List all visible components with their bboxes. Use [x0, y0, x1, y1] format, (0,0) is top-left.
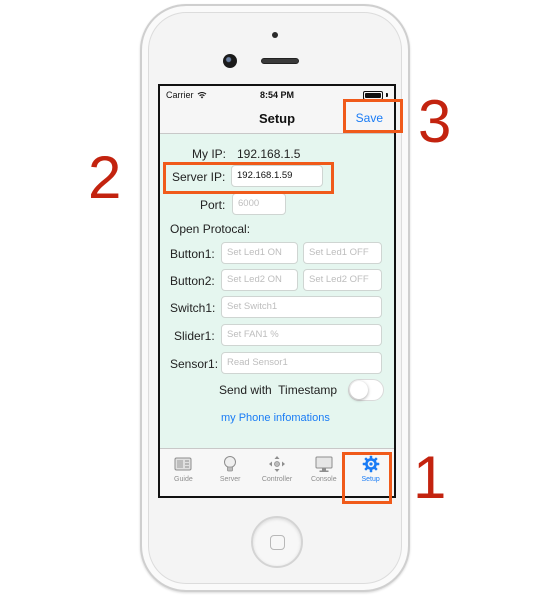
button2-on-field[interactable]: Set Led2 ON — [221, 269, 298, 291]
button2-off-field[interactable]: Set Led2 OFF — [303, 269, 382, 291]
port-field[interactable]: 6000 — [232, 193, 286, 215]
server-ip-label: Server IP: — [172, 170, 226, 184]
guide-icon — [174, 457, 192, 471]
annotation-number-3: 3 — [418, 88, 452, 155]
proximity-sensor — [272, 32, 278, 38]
annotation-number-2: 2 — [88, 144, 122, 211]
navigation-bar: Setup Save — [160, 104, 394, 134]
switch1-field[interactable]: Set Switch1 — [221, 296, 382, 318]
timestamp-toggle[interactable] — [348, 379, 384, 401]
tab-server-label: Server — [219, 476, 241, 483]
tab-guide-label: Guide — [174, 476, 193, 483]
setup-form: My IP: 192.168.1.5 Server IP: 192.168.1.… — [160, 134, 394, 450]
tab-controller[interactable]: Controller — [254, 449, 301, 496]
home-button[interactable] — [251, 516, 303, 568]
status-bar: Carrier 8:54 PM — [160, 86, 394, 104]
dpad-icon — [268, 456, 285, 472]
tab-console[interactable]: Console — [300, 449, 347, 496]
button1-off-field[interactable]: Set Led1 OFF — [303, 242, 382, 264]
gear-icon — [362, 455, 379, 473]
slider1-label: Slider1: — [174, 329, 215, 343]
slider1-field[interactable]: Set FAN1 % — [221, 324, 382, 346]
status-time: 8:54 PM — [259, 90, 294, 100]
tab-console-label: Console — [310, 476, 337, 483]
home-square-icon — [270, 535, 285, 550]
open-protocol-label: Open Protocal: — [170, 222, 251, 236]
tab-setup[interactable]: Setup — [347, 449, 394, 496]
phone-screen: Carrier 8:54 PM Setup Save My IP: 192.16… — [158, 84, 396, 498]
server-ip-field[interactable]: 192.168.1.59 — [231, 165, 323, 187]
monitor-icon — [315, 456, 333, 472]
front-camera-icon — [223, 54, 237, 68]
button1-on-field[interactable]: Set Led1 ON — [221, 242, 298, 264]
timestamp-label: Send with Timestamp — [219, 383, 338, 397]
tab-bar: Guide Server Controller Console Setup — [160, 448, 394, 496]
annotation-number-1: 1 — [413, 444, 447, 511]
earpiece-speaker — [261, 58, 299, 64]
tab-server[interactable]: Server — [207, 449, 254, 496]
tab-setup-label: Setup — [361, 476, 380, 483]
button2-label: Button2: — [170, 274, 215, 288]
lightbulb-icon — [224, 456, 237, 472]
button1-label: Button1: — [170, 247, 215, 261]
save-button[interactable]: Save — [356, 111, 383, 125]
page-title: Setup — [258, 111, 296, 126]
my-ip-label: My IP: — [192, 147, 227, 161]
tab-controller-label: Controller — [261, 476, 293, 483]
sensor1-field[interactable]: Read Sensor1 — [221, 352, 382, 374]
toggle-knob — [350, 381, 368, 399]
phone-info-link[interactable]: my Phone infomations — [221, 412, 330, 424]
my-ip-value: 192.168.1.5 — [237, 147, 301, 161]
switch1-label: Switch1: — [170, 301, 216, 315]
tab-guide[interactable]: Guide — [160, 449, 207, 496]
sensor1-label: Sensor1: — [170, 357, 219, 371]
port-label: Port: — [200, 198, 226, 212]
